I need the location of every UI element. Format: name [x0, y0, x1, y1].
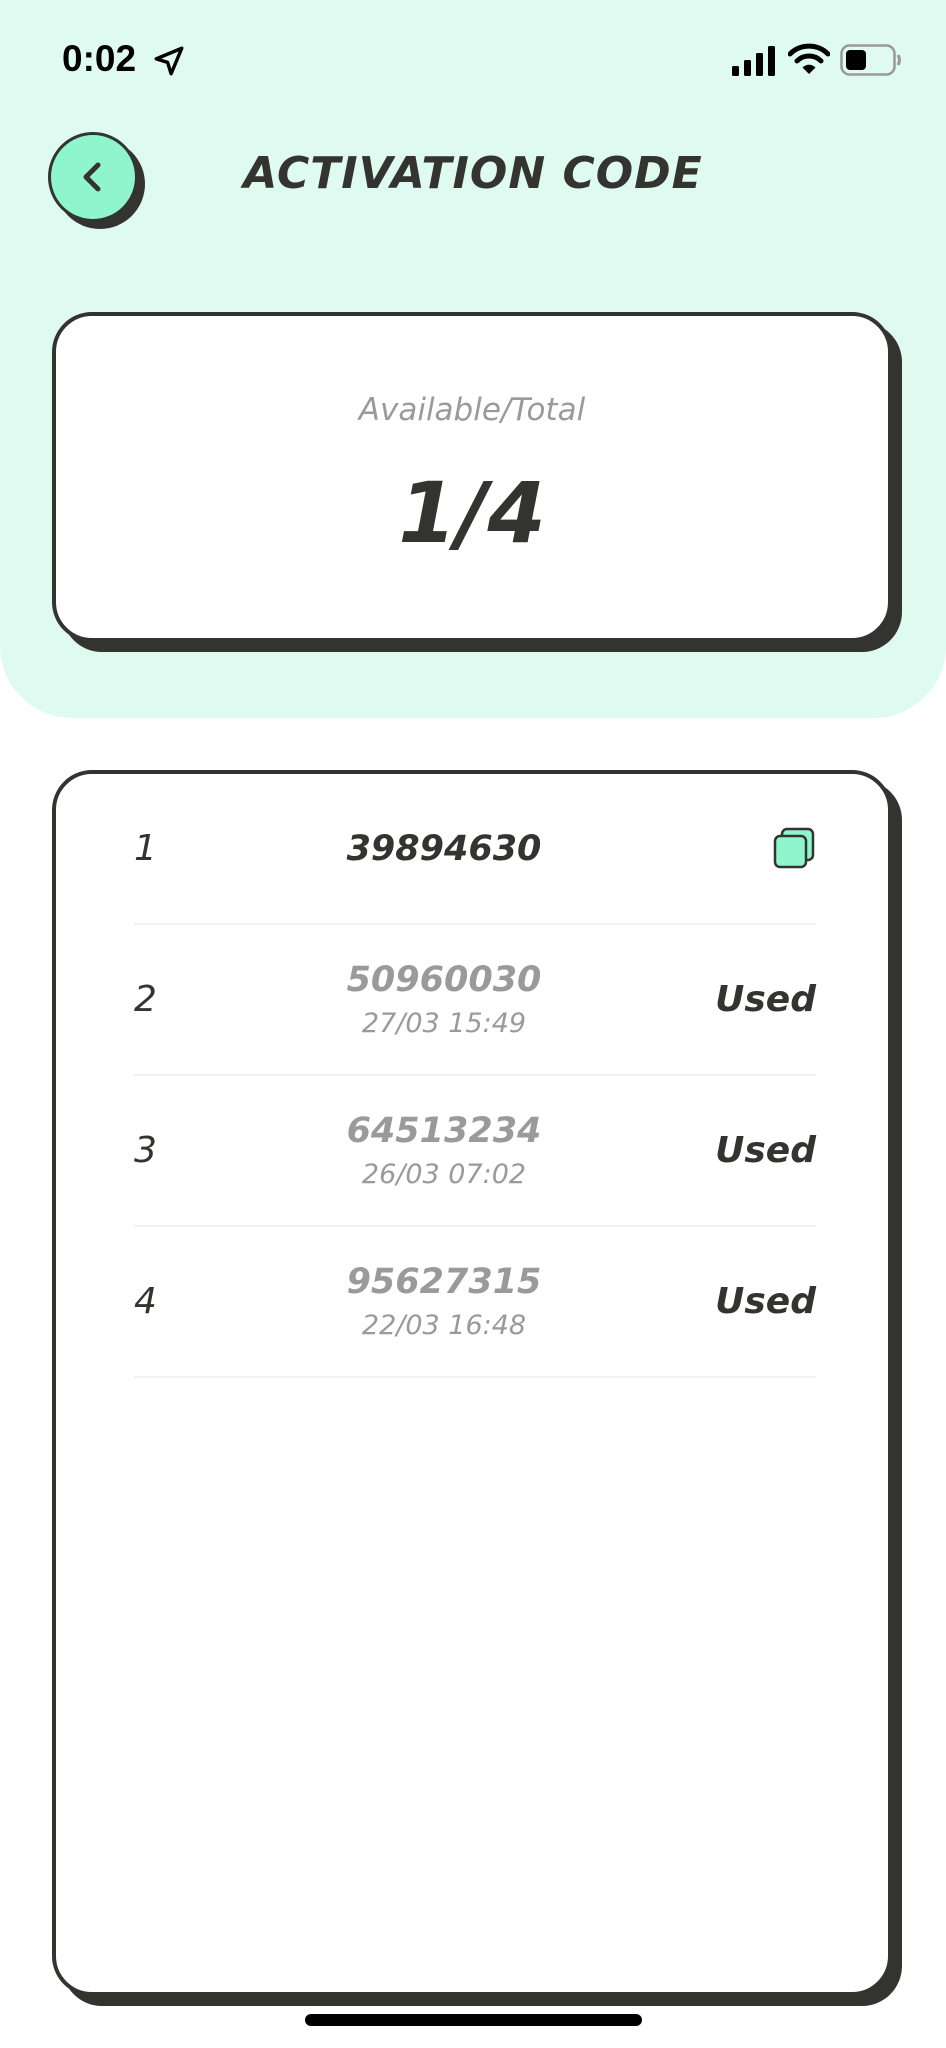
status-bar: 0:02 — [0, 0, 946, 120]
status-time: 0:02 — [62, 38, 137, 79]
activation-code-screen: 0:02 ACTIVATION CODE Available/Total 1/4 — [0, 0, 946, 2048]
row-index: 3 — [134, 1130, 157, 1171]
status-label: Used — [715, 979, 816, 1020]
row-index: 2 — [134, 979, 157, 1020]
row-code-block: 50960030 27/03 15:49 — [294, 925, 594, 1074]
activation-code: 50960030 — [346, 960, 542, 1000]
code-row: 4 95627315 22/03 16:48 Used — [134, 1227, 816, 1378]
used-date: 22/03 16:48 — [361, 1310, 527, 1341]
home-indicator[interactable] — [305, 2014, 642, 2026]
location-arrow-icon — [154, 46, 184, 76]
row-code-block: 39894630 — [294, 774, 594, 923]
availability-summary-card: Available/Total 1/4 — [52, 312, 892, 642]
activation-code: 64513234 — [346, 1111, 542, 1151]
code-row: 1 39894630 — [134, 774, 816, 925]
activation-codes-list: 1 39894630 2 50960030 27/03 15:49 Used 3 — [52, 770, 892, 1996]
used-date: 26/03 07:02 — [361, 1159, 527, 1190]
activation-code: 95627315 — [346, 1262, 542, 1302]
wifi-icon — [788, 43, 830, 74]
back-button[interactable] — [48, 132, 138, 222]
used-date: 27/03 15:49 — [361, 1008, 527, 1039]
page-title: ACTIVATION CODE — [243, 148, 703, 199]
code-row: 3 64513234 26/03 07:02 Used — [134, 1076, 816, 1227]
row-index: 1 — [134, 828, 157, 869]
row-code-block: 64513234 26/03 07:02 — [294, 1076, 594, 1225]
code-row: 2 50960030 27/03 15:49 Used — [134, 925, 816, 1076]
activation-code: 39894630 — [346, 828, 542, 869]
copy-code-button[interactable] — [772, 826, 816, 870]
status-label: Used — [715, 1281, 816, 1322]
copy-icon — [773, 827, 815, 869]
battery-icon — [840, 44, 901, 76]
signal-icon — [732, 46, 775, 76]
row-index: 4 — [134, 1281, 157, 1322]
row-code-block: 95627315 22/03 16:48 — [294, 1227, 594, 1376]
availability-value: 1/4 — [398, 464, 546, 562]
chevron-left-icon — [83, 162, 101, 192]
availability-label: Available/Total — [358, 392, 586, 428]
status-label: Used — [715, 1130, 816, 1171]
